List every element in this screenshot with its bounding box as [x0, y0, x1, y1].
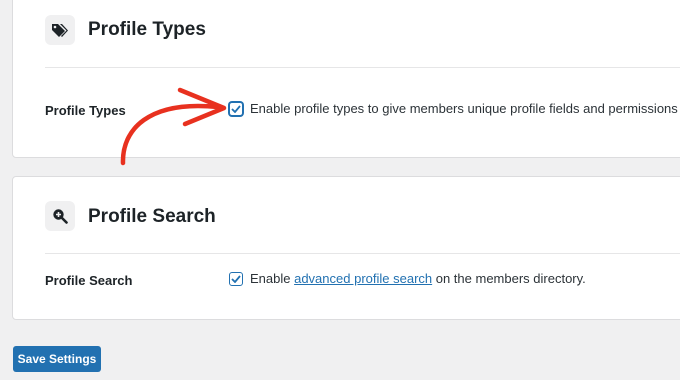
profile-search-header: Profile Search	[13, 177, 680, 253]
tags-icon	[45, 15, 75, 45]
checkmark-icon	[231, 104, 241, 113]
checkmark-icon	[231, 274, 241, 283]
profile-types-checkbox[interactable]	[229, 101, 243, 116]
save-settings-button[interactable]: Save Settings	[13, 346, 101, 372]
profile-search-checkbox[interactable]	[229, 271, 243, 286]
profile-search-label: Profile Search	[45, 273, 133, 288]
profile-search-text-after: on the members directory.	[432, 271, 586, 286]
search-plus-icon	[45, 201, 75, 231]
section-divider	[45, 253, 680, 254]
profile-types-header: Profile Types	[13, 0, 680, 67]
profile-types-title: Profile Types	[88, 19, 206, 40]
profile-search-title: Profile Search	[88, 206, 216, 227]
profile-types-label: Profile Types	[45, 103, 126, 118]
profile-search-text-before: Enable	[250, 271, 295, 286]
advanced-profile-search-link[interactable]: advanced profile search	[294, 271, 432, 286]
profile-types-card: Profile Types Profile Types Enable profi…	[12, 0, 680, 158]
profile-search-option[interactable]: Enable advanced profile search on the me…	[229, 271, 586, 286]
profile-types-option[interactable]: Enable profile types to give members uni…	[229, 101, 678, 116]
section-divider	[45, 67, 680, 68]
profile-search-card: Profile Search Profile Search Enable adv…	[12, 176, 680, 320]
profile-types-checkbox-text: Enable profile types to give members uni…	[250, 101, 678, 116]
